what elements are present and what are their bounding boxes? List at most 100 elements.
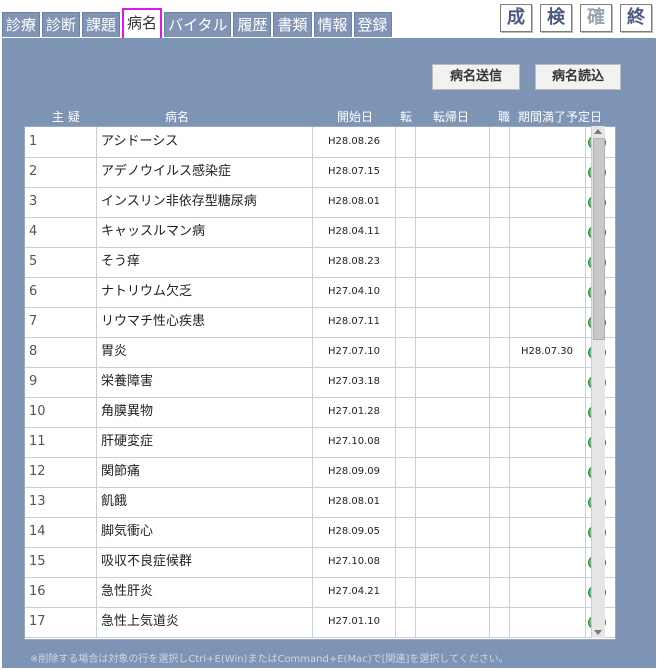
table-row[interactable]: 13 飢餓 H28.08.01: [25, 487, 615, 518]
disease-name-cell[interactable]: ナトリウム欠乏: [97, 277, 313, 307]
transfer-cell[interactable]: [395, 487, 416, 517]
expire-date-cell[interactable]: [509, 427, 586, 457]
outcome-date-cell[interactable]: [415, 487, 490, 517]
expire-date-cell[interactable]: [509, 397, 586, 427]
table-row[interactable]: 4 キャッスルマン病 H28.04.11: [25, 217, 615, 248]
outcome-date-cell[interactable]: [415, 127, 490, 157]
start-date-cell[interactable]: H27.01.10: [313, 607, 396, 637]
occupation-cell[interactable]: [489, 157, 510, 187]
start-date-cell[interactable]: H28.08.23: [313, 247, 396, 277]
expire-date-cell[interactable]: [509, 457, 586, 487]
start-date-cell[interactable]: H28.07.11: [313, 307, 396, 337]
outcome-date-cell[interactable]: [415, 577, 490, 607]
expire-date-cell[interactable]: [509, 277, 586, 307]
disease-name-cell[interactable]: 急性上気道炎: [97, 607, 313, 637]
start-date-cell[interactable]: H27.10.08: [313, 427, 396, 457]
expire-date-cell[interactable]: [509, 187, 586, 217]
table-row[interactable]: 3 インスリン非依存型糖尿病 H28.08.01: [25, 187, 615, 218]
outcome-date-cell[interactable]: [415, 307, 490, 337]
scroll-down-icon[interactable]: [594, 630, 602, 635]
finish-button[interactable]: 終: [620, 4, 652, 32]
occupation-cell[interactable]: [489, 127, 510, 157]
disease-name-cell[interactable]: キャッスルマン病: [97, 217, 313, 247]
send-disease-button[interactable]: 病名送信: [432, 64, 520, 90]
disease-name-cell[interactable]: インスリン非依存型糖尿病: [97, 187, 313, 217]
table-row[interactable]: 11 肝硬変症 H27.10.08: [25, 427, 615, 458]
transfer-cell[interactable]: [395, 457, 416, 487]
transfer-cell[interactable]: [395, 187, 416, 217]
start-date-cell[interactable]: H27.07.10: [313, 337, 396, 367]
start-date-cell[interactable]: H28.08.01: [313, 187, 396, 217]
start-date-cell[interactable]: H27.01.28: [313, 397, 396, 427]
occupation-cell[interactable]: [489, 487, 510, 517]
tab-shorui[interactable]: 書類: [273, 12, 312, 37]
outcome-date-cell[interactable]: [415, 277, 490, 307]
scroll-thumb[interactable]: [593, 138, 605, 340]
tab-joho[interactable]: 情報: [313, 12, 352, 37]
disease-name-cell[interactable]: リウマチ性心疾患: [97, 307, 313, 337]
transfer-cell[interactable]: [395, 127, 416, 157]
tab-toroku[interactable]: 登録: [353, 12, 392, 37]
occupation-cell[interactable]: [489, 217, 510, 247]
start-date-cell[interactable]: H28.09.05: [313, 517, 396, 547]
start-date-cell[interactable]: H28.08.26: [313, 127, 396, 157]
outcome-date-cell[interactable]: [415, 397, 490, 427]
outcome-date-cell[interactable]: [415, 367, 490, 397]
expire-date-cell[interactable]: [509, 517, 586, 547]
outcome-date-cell[interactable]: [415, 247, 490, 277]
expire-date-cell[interactable]: [509, 367, 586, 397]
disease-name-cell[interactable]: 急性肝炎: [97, 577, 313, 607]
transfer-cell[interactable]: [395, 277, 416, 307]
table-row[interactable]: 12 関節痛 H28.09.09: [25, 457, 615, 488]
outcome-date-cell[interactable]: [415, 427, 490, 457]
expire-date-cell[interactable]: H28.07.30: [509, 337, 586, 367]
disease-name-cell[interactable]: 飢餓: [97, 487, 313, 517]
occupation-cell[interactable]: [489, 367, 510, 397]
disease-name-cell[interactable]: アデノウイルス感染症: [97, 157, 313, 187]
tab-byomei[interactable]: 病名: [122, 8, 163, 40]
tab-shinryo[interactable]: 診療: [2, 12, 41, 37]
transfer-cell[interactable]: [395, 547, 416, 577]
outcome-date-cell[interactable]: [415, 457, 490, 487]
occupation-cell[interactable]: [489, 427, 510, 457]
confirm-button[interactable]: 確: [580, 4, 612, 32]
tab-rireki[interactable]: 履歴: [233, 12, 272, 37]
occupation-cell[interactable]: [489, 187, 510, 217]
disease-name-cell[interactable]: 肝硬変症: [97, 427, 313, 457]
tab-shindan[interactable]: 診断: [42, 12, 81, 37]
expire-date-cell[interactable]: [509, 157, 586, 187]
transfer-cell[interactable]: [395, 217, 416, 247]
start-date-cell[interactable]: H27.04.21: [313, 577, 396, 607]
table-row[interactable]: 17 急性上気道炎 H27.01.10: [25, 607, 615, 638]
table-row[interactable]: 10 角膜異物 H27.01.28: [25, 397, 615, 428]
outcome-date-cell[interactable]: [415, 337, 490, 367]
occupation-cell[interactable]: [489, 607, 510, 637]
disease-name-cell[interactable]: 胃炎: [97, 337, 313, 367]
disease-name-cell[interactable]: 関節痛: [97, 457, 313, 487]
table-row[interactable]: 6 ナトリウム欠乏 H27.04.10: [25, 277, 615, 308]
disease-name-cell[interactable]: 角膜異物: [97, 397, 313, 427]
occupation-cell[interactable]: [489, 307, 510, 337]
transfer-cell[interactable]: [395, 307, 416, 337]
table-row[interactable]: 14 脚気衝心 H28.09.05: [25, 517, 615, 548]
occupation-cell[interactable]: [489, 397, 510, 427]
expire-date-cell[interactable]: [509, 217, 586, 247]
occupation-cell[interactable]: [489, 577, 510, 607]
transfer-cell[interactable]: [395, 397, 416, 427]
disease-name-cell[interactable]: 吸収不良症候群: [97, 547, 313, 577]
occupation-cell[interactable]: [489, 277, 510, 307]
scroll-up-icon[interactable]: [594, 129, 602, 134]
outcome-date-cell[interactable]: [415, 157, 490, 187]
start-date-cell[interactable]: H27.03.18: [313, 367, 396, 397]
disease-name-cell[interactable]: アシドーシス: [97, 127, 313, 157]
start-date-cell[interactable]: H28.07.15: [313, 157, 396, 187]
table-row[interactable]: 16 急性肝炎 H27.04.21: [25, 577, 615, 608]
table-scrollbar[interactable]: [591, 126, 605, 638]
transfer-cell[interactable]: [395, 337, 416, 367]
expire-date-cell[interactable]: [509, 577, 586, 607]
outcome-date-cell[interactable]: [415, 217, 490, 247]
table-row[interactable]: 7 リウマチ性心疾患 H28.07.11: [25, 307, 615, 338]
outcome-date-cell[interactable]: [415, 607, 490, 637]
table-row[interactable]: 1 アシドーシス H28.08.26: [25, 127, 615, 158]
tab-kadai[interactable]: 課題: [82, 12, 121, 37]
